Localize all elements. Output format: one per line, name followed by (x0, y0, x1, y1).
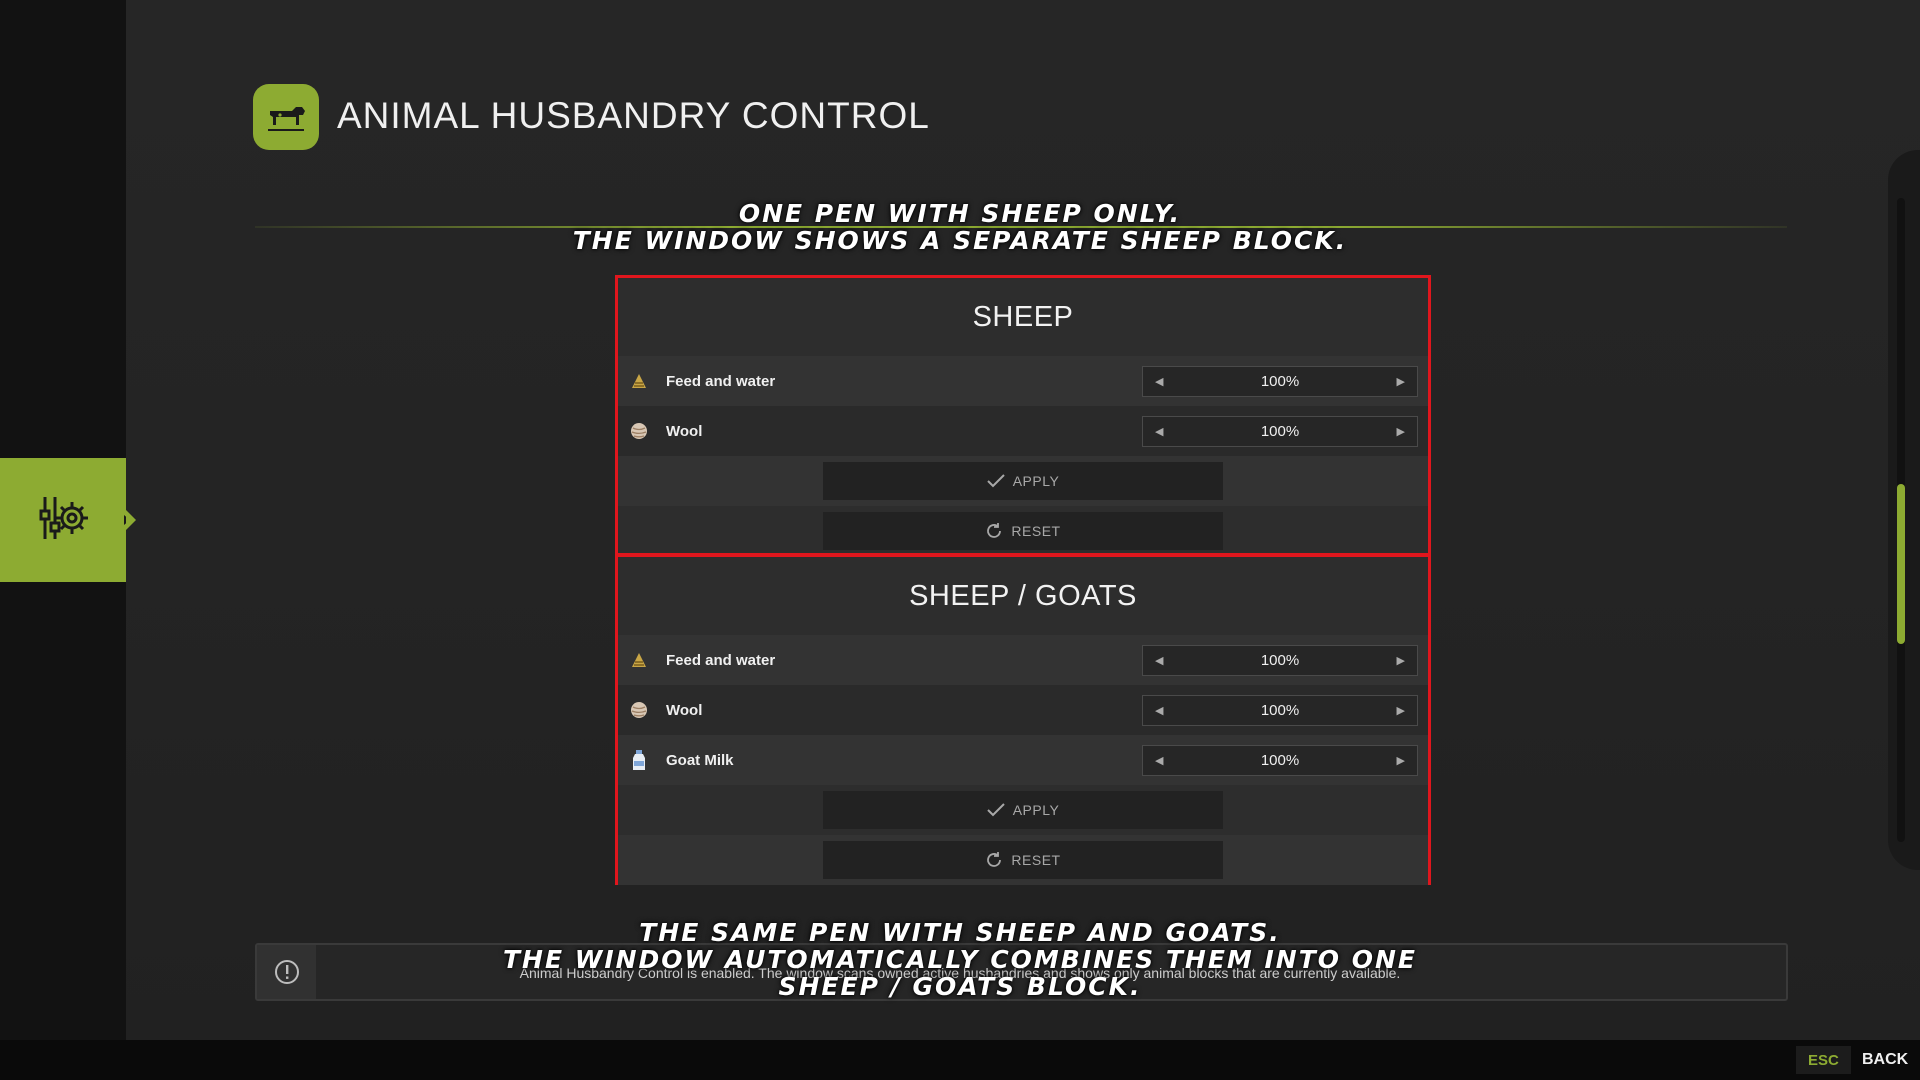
stepper-value: 100% (1260, 372, 1300, 390)
feed-icon (628, 370, 650, 392)
reset-label: RESET (1011, 523, 1061, 539)
bottom-bar (0, 1040, 1920, 1080)
setting-row: Feed and water ◀ 100% ▶ (618, 356, 1428, 406)
arrow-left-icon[interactable]: ◀ (1155, 375, 1163, 388)
left-rail (0, 0, 130, 1040)
settings-tab[interactable] (0, 458, 130, 582)
stepper-value: 100% (1260, 422, 1300, 440)
arrow-right-icon[interactable]: ▶ (1397, 375, 1405, 388)
refresh-icon (987, 523, 1002, 538)
arrow-left-icon[interactable]: ◀ (1155, 425, 1163, 438)
reset-row: RESET (618, 835, 1428, 885)
sheep-goats-block: SHEEP / GOATS Feed and water ◀ 100% ▶ Wo… (615, 554, 1431, 885)
percent-stepper[interactable]: ◀ 100% ▶ (1142, 415, 1418, 447)
setting-label: Feed and water (666, 651, 776, 669)
percent-stepper[interactable]: ◀ 100% ▶ (1142, 644, 1418, 676)
annotation-caption-bottom: THE SAME PEN WITH SHEEP AND GOATS. THE W… (0, 919, 1920, 1000)
wool-icon (628, 699, 650, 721)
checkmark-icon (986, 474, 1005, 488)
apply-label: APPLY (1012, 802, 1060, 818)
setting-row: Feed and water ◀ 100% ▶ (618, 635, 1428, 685)
apply-row: APPLY (618, 456, 1428, 506)
arrow-right-icon[interactable]: ▶ (1397, 425, 1405, 438)
caption-line: SHEEP / GOATS BLOCK. (778, 972, 1142, 1001)
reset-label: RESET (1011, 852, 1061, 868)
percent-stepper[interactable]: ◀ 100% ▶ (1142, 694, 1418, 726)
percent-stepper[interactable]: ◀ 100% ▶ (1142, 365, 1418, 397)
refresh-icon (987, 852, 1002, 867)
arrow-right-icon[interactable]: ▶ (1397, 754, 1405, 767)
setting-label: Wool (666, 422, 703, 440)
setting-row: Goat Milk ◀ 100% ▶ (618, 735, 1428, 785)
percent-stepper[interactable]: ◀ 100% ▶ (1142, 744, 1418, 776)
stepper-value: 100% (1260, 751, 1300, 769)
arrow-left-icon[interactable]: ◀ (1155, 754, 1163, 767)
reset-row: RESET (618, 506, 1428, 556)
wool-icon (628, 420, 650, 442)
arrow-left-icon[interactable]: ◀ (1155, 654, 1163, 667)
scrollbar[interactable] (1897, 198, 1905, 842)
block-title: SHEEP / GOATS (909, 579, 1137, 612)
page-title: ANIMAL HUSBANDRY CONTROL (337, 95, 930, 136)
stepper-value: 100% (1260, 701, 1300, 719)
reset-button[interactable]: RESET (823, 512, 1223, 550)
setting-label: Feed and water (666, 372, 776, 390)
arrow-right-icon[interactable]: ▶ (1397, 704, 1405, 717)
caption-line: ONE PEN WITH SHEEP ONLY. (738, 199, 1182, 228)
back-button[interactable]: BACK (1862, 1046, 1908, 1074)
checkmark-icon (986, 803, 1005, 817)
block-title: SHEEP (972, 300, 1074, 333)
settings-gear-sliders-icon (36, 491, 90, 550)
scrollbar-thumb[interactable] (1897, 484, 1905, 644)
cow-icon (253, 84, 319, 150)
apply-label: APPLY (1012, 473, 1060, 489)
apply-row: APPLY (618, 785, 1428, 835)
caption-line: THE WINDOW AUTOMATICALLY COMBINES THEM I… (503, 945, 1417, 974)
sheep-block: SHEEP Feed and water ◀ 100% ▶ Wool ◀ 100… (615, 275, 1431, 556)
caption-line: THE WINDOW SHOWS A SEPARATE SHEEP BLOCK. (572, 226, 1348, 255)
setting-label: Wool (666, 701, 703, 719)
annotation-caption-top: ONE PEN WITH SHEEP ONLY. THE WINDOW SHOW… (0, 200, 1920, 254)
stepper-value: 100% (1260, 651, 1300, 669)
apply-button[interactable]: APPLY (823, 791, 1223, 829)
setting-row: Wool ◀ 100% ▶ (618, 685, 1428, 735)
esc-key-hint[interactable]: ESC (1796, 1046, 1851, 1074)
caption-line: THE SAME PEN WITH SHEEP AND GOATS. (639, 918, 1281, 947)
reset-button[interactable]: RESET (823, 841, 1223, 879)
setting-row: Wool ◀ 100% ▶ (618, 406, 1428, 456)
apply-button[interactable]: APPLY (823, 462, 1223, 500)
setting-label: Goat Milk (666, 751, 734, 769)
arrow-left-icon[interactable]: ◀ (1155, 704, 1163, 717)
feed-icon (628, 649, 650, 671)
arrow-right-icon[interactable]: ▶ (1397, 654, 1405, 667)
milk-bottle-icon (628, 749, 650, 771)
